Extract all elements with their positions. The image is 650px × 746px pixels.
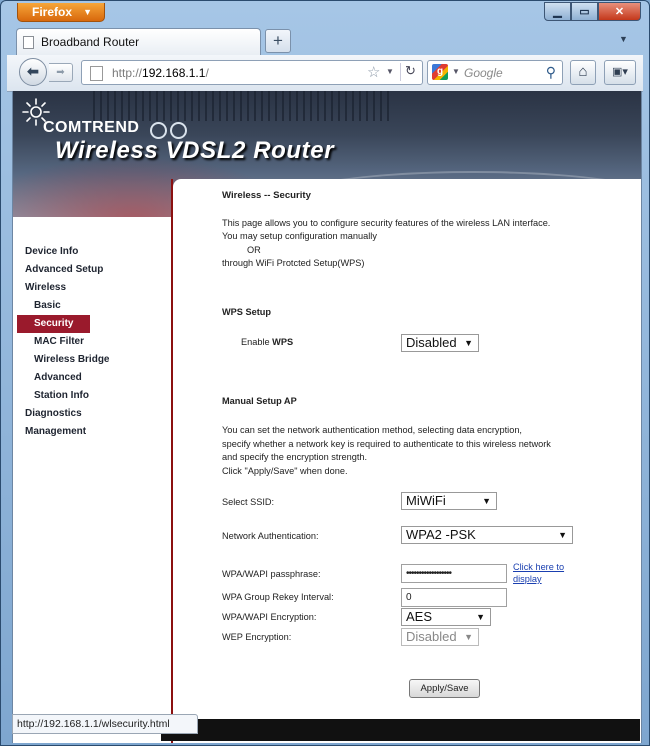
passphrase-label: WPA/WAPI passphrase: xyxy=(222,569,321,579)
status-bar-url: http://192.168.1.1/wlsecurity.html xyxy=(12,714,198,734)
chevron-down-icon: ▼ xyxy=(464,632,473,642)
search-bar[interactable]: g ▼ Google ⚲ xyxy=(427,60,563,85)
sidebar-item-basic[interactable]: Basic xyxy=(13,297,173,315)
sidebar-item-management[interactable]: Management xyxy=(13,423,173,441)
url-prefix: http:// xyxy=(112,66,143,80)
url-history-dropdown-icon[interactable]: ▼ xyxy=(386,67,394,76)
enable-wps-label-text: Enable xyxy=(241,337,273,347)
enable-wps-label: Enable WPS xyxy=(241,337,293,347)
manual-line-1: You can set the network authentication m… xyxy=(222,425,522,435)
page-title: Wireless -- Security xyxy=(222,190,311,201)
back-forward-group: ⬅ ➡ xyxy=(19,58,77,86)
window-controls: ▁ ▭ ✕ xyxy=(544,2,641,22)
firefox-menu-label: Firefox xyxy=(32,5,73,19)
browser-window: Firefox ▼ ▁ ▭ ✕ Broadband Router + ▼ ⬅ ➡… xyxy=(0,0,650,746)
search-placeholder: Google xyxy=(464,66,503,80)
chevron-down-icon: ▼ xyxy=(482,496,491,506)
intro-line-2: You may setup configuration manually xyxy=(222,231,377,241)
sidebar-item-diagnostics[interactable]: Diagnostics xyxy=(13,405,173,423)
ssid-select[interactable]: MiWiFi ▼ xyxy=(401,492,497,510)
url-host: 192.168.1.1 xyxy=(142,66,206,80)
manual-line-2: specify whether a network key is require… xyxy=(222,438,551,449)
manual-line-3: and specify the encryption strength. xyxy=(222,452,368,462)
show-passphrase-link-line-1: Click here to xyxy=(513,562,565,572)
close-button[interactable]: ✕ xyxy=(598,2,641,21)
back-button[interactable]: ⬅ xyxy=(19,58,47,86)
wep-select-value: Disabled xyxy=(406,629,457,644)
brand-name: COMTREND xyxy=(43,119,140,136)
forward-button[interactable]: ➡ xyxy=(49,63,73,82)
auth-label: Network Authentication: xyxy=(222,531,319,541)
sidebar-item-wireless[interactable]: Wireless xyxy=(13,279,173,297)
sidebar-item-mac-filter[interactable]: MAC Filter xyxy=(13,333,173,351)
intro-or: OR xyxy=(247,244,261,255)
encryption-select[interactable]: AES ▼ xyxy=(401,608,491,626)
wep-label: WEP Encryption: xyxy=(222,632,292,642)
url-text: http://192.168.1.1/ xyxy=(112,66,209,80)
auth-select-value: WPA2 -PSK xyxy=(406,527,476,542)
ssid-select-value: MiWiFi xyxy=(406,493,446,508)
ssid-label: Select SSID: xyxy=(222,497,275,507)
sidebar-item-station-info[interactable]: Station Info xyxy=(13,387,173,405)
intro-line-3: through WiFi Protcted Setup(WPS) xyxy=(222,258,365,268)
bookmarks-menu-button[interactable]: ▣▾ xyxy=(604,60,636,85)
wps-select[interactable]: Disabled ▼ xyxy=(401,334,479,352)
auth-select[interactable]: WPA2 -PSK ▼ xyxy=(401,526,573,544)
intro-line-1: This page allows you to configure securi… xyxy=(222,217,551,228)
rekey-interval-input[interactable]: 0 xyxy=(401,588,507,607)
browser-tab[interactable]: Broadband Router xyxy=(16,28,261,55)
encryption-select-value: AES xyxy=(406,609,433,624)
sidebar-item-device-info[interactable]: Device Info xyxy=(13,243,173,261)
url-suffix: / xyxy=(205,66,209,80)
tab-title: Broadband Router xyxy=(41,35,140,49)
search-icon[interactable]: ⚲ xyxy=(546,64,556,81)
chevron-down-icon: ▼ xyxy=(83,7,92,17)
minimize-button[interactable]: ▁ xyxy=(544,2,571,21)
product-title: Wireless VDSL2 Router xyxy=(55,137,335,164)
passphrase-input[interactable]: •••••••••••••••••• xyxy=(401,564,507,583)
enable-wps-label-bold: WPS xyxy=(272,337,294,347)
chevron-down-icon: ▼ xyxy=(558,530,567,540)
sidebar-item-security[interactable]: Security xyxy=(17,315,90,333)
firefox-menu-button[interactable]: Firefox ▼ xyxy=(17,3,105,22)
engine-dropdown-icon[interactable]: ▼ xyxy=(452,67,460,76)
sidebar-item-advanced-setup[interactable]: Advanced Setup xyxy=(13,261,173,279)
banner-stripes xyxy=(93,91,393,121)
wps-select-value: Disabled xyxy=(406,335,457,350)
manual-section-title: Manual Setup AP xyxy=(222,396,297,406)
chevron-down-icon: ▼ xyxy=(476,612,485,622)
url-bar[interactable]: http://192.168.1.1/ ☆ ▼ ↻ xyxy=(81,60,423,85)
tab-list-icon[interactable]: ▼ xyxy=(619,34,628,44)
encryption-label: WPA/WAPI Encryption: xyxy=(222,612,317,622)
manual-description: You can set the network authentication m… xyxy=(222,424,632,478)
google-engine-icon[interactable]: g xyxy=(432,64,448,80)
page-icon xyxy=(90,66,103,81)
navigation-toolbar: ⬅ ➡ http://192.168.1.1/ ☆ ▼ ↻ g ▼ Google… xyxy=(7,55,643,92)
show-passphrase-link-line-2: display xyxy=(513,574,542,584)
home-button[interactable]: ⌂ xyxy=(570,60,596,85)
web-page: COMTREND Wireless VDSL2 Router Device In… xyxy=(12,91,642,743)
sidebar-item-wireless-bridge[interactable]: Wireless Bridge xyxy=(13,351,173,369)
apply-save-button[interactable]: Apply/Save xyxy=(409,679,480,698)
chevron-down-icon: ▼ xyxy=(464,338,473,348)
maximize-button[interactable]: ▭ xyxy=(571,2,598,21)
rekey-label: WPA Group Rekey Interval: xyxy=(222,592,334,602)
page-footer-bar xyxy=(161,719,640,741)
main-content: Wireless -- Security This page allows yo… xyxy=(222,189,632,271)
wep-select[interactable]: Disabled ▼ xyxy=(401,628,479,646)
new-tab-button[interactable]: + xyxy=(265,29,291,53)
bookmark-star-icon[interactable]: ☆ xyxy=(367,63,380,81)
page-icon xyxy=(23,35,34,49)
sidebar-item-advanced[interactable]: Advanced xyxy=(13,369,173,387)
manual-line-4: Click "Apply/Save" when done. xyxy=(222,465,348,476)
sidebar-nav: Device Info Advanced Setup Wireless Basi… xyxy=(13,243,173,441)
wps-section-title: WPS Setup xyxy=(222,307,272,317)
show-passphrase-link[interactable]: Click here to display xyxy=(513,561,564,585)
reload-icon[interactable]: ↻ xyxy=(400,63,423,81)
